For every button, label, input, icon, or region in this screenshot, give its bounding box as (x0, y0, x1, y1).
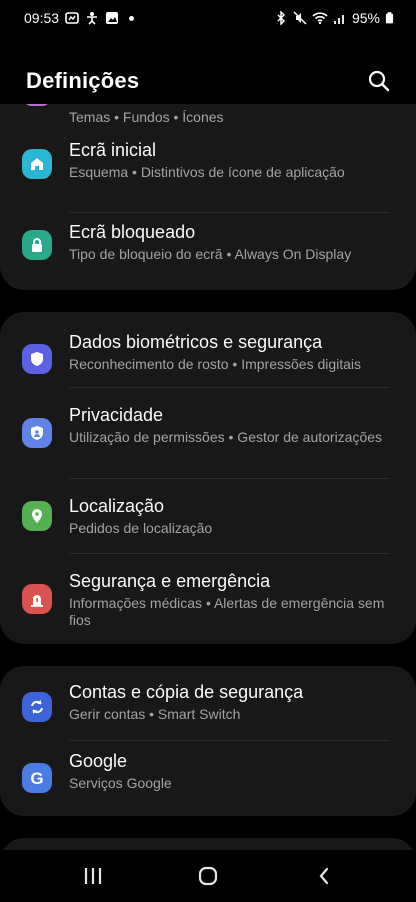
mute-icon (293, 11, 307, 25)
list-item-subtitle: Utilização de permissões • Gestor de aut… (69, 429, 383, 445)
list-item-label: Localização (69, 496, 165, 516)
signal-icon (333, 15, 344, 24)
list-item-biometrics[interactable]: Dados biométricos e segurança Reconhecim… (0, 322, 416, 388)
recent-apps-button[interactable] (75, 862, 111, 890)
list-item-label: Ecrã inicial (69, 140, 157, 160)
list-item-label: Dados biométricos e segurança (69, 332, 323, 352)
page-title: Definições (26, 68, 140, 93)
notification-app-icon (65, 12, 79, 24)
settings-card-accounts: Contas e cópia de segurança Gerir contas… (0, 666, 416, 816)
more-notifications-dot (129, 15, 135, 21)
recent-apps-icon (84, 868, 102, 884)
list-item-home-screen[interactable]: Ecrã inicial Esquema • Distintivos de íc… (0, 138, 416, 204)
settings-card-display: Temas • Fundos • Ícones Ecrã inicial Esq… (0, 104, 416, 290)
shield-icon (22, 344, 52, 374)
back-icon (319, 867, 329, 885)
list-item-lock-screen[interactable]: Ecrã bloqueado Tipo de bloqueio do ecrã … (0, 212, 416, 282)
list-item-location[interactable]: Localização Pedidos de localização (0, 479, 416, 553)
wifi-icon (312, 12, 328, 25)
home-nav-icon (198, 866, 218, 886)
list-item-privacy[interactable]: Privacidade Utilização de permissões • G… (0, 388, 416, 478)
search-icon (368, 70, 390, 92)
status-left: 09:53 (24, 10, 135, 26)
settings-card-security: Dados biométricos e segurança Reconhecim… (0, 312, 416, 644)
privacy-shield-icon (22, 418, 52, 448)
lock-icon (22, 230, 52, 260)
google-icon: G (22, 763, 52, 793)
list-item-subtitle: Serviços Google (69, 775, 172, 791)
back-button[interactable] (306, 862, 342, 890)
search-button[interactable] (364, 66, 394, 96)
list-item-subtitle: Temas • Fundos • Ícones (69, 109, 224, 125)
bluetooth-icon (277, 11, 286, 25)
sync-icon (22, 692, 52, 722)
gallery-icon (106, 12, 119, 24)
list-item-subtitle: Tipo de bloqueio do ecrã • Always On Dis… (69, 246, 352, 262)
settings-list[interactable]: Temas • Fundos • Ícones Ecrã inicial Esq… (0, 104, 416, 850)
list-item-subtitle: Reconhecimento de rosto • Impressões dig… (69, 356, 362, 372)
status-right: 95% (274, 10, 394, 26)
palette-icon (22, 104, 52, 106)
navigation-bar (0, 850, 416, 902)
list-item-label: Ecrã bloqueado (69, 222, 196, 242)
app-header: Definições (0, 62, 416, 106)
list-item-subtitle: Gerir contas • Smart Switch (69, 706, 241, 722)
list-item-safety-emergency[interactable]: Segurança e emergência Informações médic… (0, 554, 416, 644)
battery-percent: 95% (351, 10, 380, 26)
location-pin-icon (22, 501, 52, 531)
list-item-label: Google (69, 751, 128, 771)
list-item-wallpaper-themes[interactable]: Temas • Fundos • Ícones (0, 104, 416, 125)
status-time: 09:53 (24, 10, 60, 26)
list-item-subtitle: Esquema • Distintivos de ícone de aplica… (69, 164, 345, 180)
settings-card-next (0, 838, 416, 850)
list-item-label: Contas e cópia de segurança (69, 682, 304, 702)
list-item-subtitle: Informações médicas • Alertas de emergên… (69, 595, 385, 628)
home-button[interactable] (190, 862, 226, 890)
emergency-icon (22, 584, 52, 614)
list-item-label: Privacidade (69, 405, 164, 425)
list-item-label: Segurança e emergência (69, 571, 271, 591)
home-icon (22, 149, 52, 179)
list-item-google[interactable]: G Google Serviços Google (0, 741, 416, 815)
accessibility-icon (87, 12, 98, 25)
status-bar: 09:53 95% (0, 0, 416, 36)
list-item-accounts-backup[interactable]: Contas e cópia de segurança Gerir contas… (0, 672, 416, 740)
list-item-subtitle: Pedidos de localização (69, 520, 213, 536)
battery-icon (385, 12, 394, 24)
